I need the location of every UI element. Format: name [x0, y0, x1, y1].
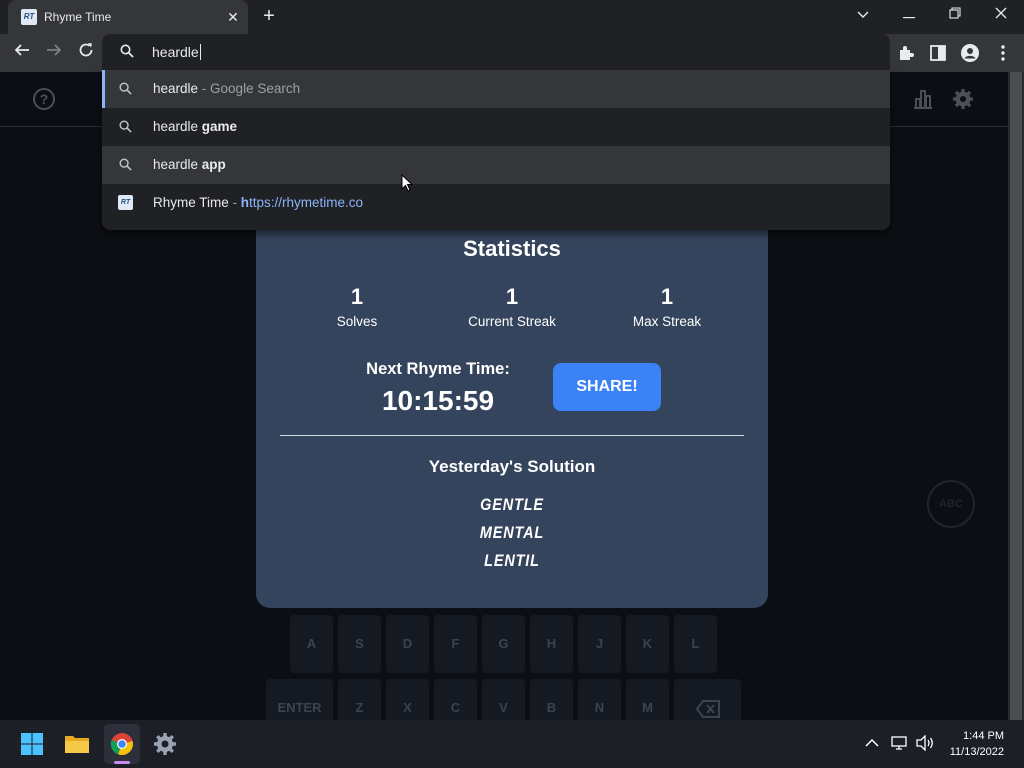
tab-title: Rhyme Time	[44, 10, 112, 24]
key-a[interactable]: A	[290, 615, 333, 673]
new-tab-icon[interactable]: +	[258, 6, 280, 28]
search-icon	[119, 82, 132, 95]
network-icon[interactable]	[891, 735, 909, 751]
tab-strip: RT Rhyme Time ✕ +	[0, 0, 1024, 34]
statistics-title: Statistics	[463, 236, 561, 261]
key-d[interactable]: D	[386, 615, 429, 673]
close-window-icon[interactable]	[986, 4, 1016, 26]
search-icon	[120, 44, 134, 58]
volume-icon[interactable]	[916, 735, 936, 751]
suggestion-url: ttps://rhymetime.co	[249, 195, 364, 210]
site-favicon-icon: RT	[118, 195, 133, 210]
mouse-cursor-icon	[401, 174, 413, 192]
search-icon	[119, 120, 132, 133]
next-rhyme-time-label: Next Rhyme Time:	[366, 360, 510, 378]
stat-solves: 1 Solves	[277, 284, 437, 329]
suggestion-heardle-game[interactable]: heardle game	[102, 108, 890, 146]
suggestion-suffix: - Google Search	[198, 81, 301, 96]
modal-divider	[280, 435, 744, 436]
stat-label: Max Streak	[632, 314, 702, 329]
suggestion-query: heardle	[153, 119, 202, 134]
active-app-indicator	[114, 761, 130, 764]
solution-word: LENTIL	[484, 551, 540, 570]
tab-favicon-icon: RT	[21, 9, 37, 25]
help-icon[interactable]: ?	[33, 88, 55, 110]
backspace-icon	[695, 699, 720, 718]
file-explorer-icon[interactable]	[64, 732, 90, 756]
suggestion-heardle-google-search[interactable]: heardle - Google Search	[102, 70, 890, 108]
key-k[interactable]: K	[626, 615, 669, 673]
tab-rhyme-time[interactable]: RT Rhyme Time ✕	[8, 0, 248, 34]
suggestion-query: heardle	[153, 157, 202, 172]
suggestion-title: Rhyme Time	[153, 195, 229, 210]
solution-word: MENTAL	[479, 523, 545, 542]
suggestion-completion: game	[201, 119, 238, 134]
side-panel-icon[interactable]	[928, 43, 948, 63]
key-l[interactable]: L	[674, 615, 717, 673]
stat-value: 1	[660, 284, 674, 309]
windows-start-icon[interactable]	[20, 732, 44, 756]
suggestion-heardle-app[interactable]: heardle app	[102, 146, 890, 184]
key-h[interactable]: H	[530, 615, 573, 673]
tab-search-chevron-icon[interactable]	[848, 4, 878, 26]
settings-gear-icon[interactable]	[153, 732, 177, 756]
yesterdays-solution-title: Yesterday's Solution	[428, 457, 596, 476]
stat-label: Current Streak	[468, 314, 556, 329]
share-button[interactable]: SHARE!	[553, 363, 661, 411]
profile-avatar-icon[interactable]	[960, 43, 980, 63]
statistics-bar-chart-icon[interactable]	[912, 88, 934, 110]
restore-icon[interactable]	[940, 4, 970, 26]
chrome-icon	[110, 733, 133, 756]
key-g[interactable]: G	[482, 615, 525, 673]
minimize-icon[interactable]	[894, 4, 924, 26]
forward-arrow-icon[interactable]	[42, 41, 66, 65]
key-f[interactable]: F	[434, 615, 477, 673]
stat-value: 1	[505, 284, 519, 309]
back-arrow-icon[interactable]	[10, 41, 34, 65]
suggestion-rhyme-time-site[interactable]: RT Rhyme Time - https://rhymetime.co	[102, 184, 890, 222]
reload-icon[interactable]	[74, 41, 98, 65]
search-icon	[119, 158, 132, 171]
stat-current-streak: 1 Current Streak	[432, 284, 592, 329]
suggestion-url-bold: h	[240, 195, 250, 210]
tab-close-icon[interactable]: ✕	[224, 8, 242, 26]
chevron-up-icon[interactable]	[865, 738, 879, 748]
key-s[interactable]: S	[338, 615, 381, 673]
chrome-taskbar-button[interactable]	[104, 724, 140, 764]
suggestion-completion: app	[201, 157, 226, 172]
settings-gear-icon[interactable]	[952, 88, 974, 110]
suggestion-query: heardle	[153, 81, 199, 96]
address-bar-input[interactable]: heardle	[152, 44, 201, 60]
omnibox-suggestions-dropdown: heardle - Google Search heardle game hea…	[102, 70, 890, 230]
key-j[interactable]: J	[578, 615, 621, 673]
menu-kebab-icon[interactable]	[993, 43, 1013, 63]
clock-time[interactable]: 1:44 PM	[940, 730, 1004, 742]
countdown-timer: 10:15:59	[381, 385, 495, 416]
solution-word: GENTLE	[480, 495, 544, 514]
extensions-puzzle-icon[interactable]	[896, 43, 916, 63]
windows-taskbar: 1:44 PM 11/13/2022	[0, 720, 1024, 768]
scrollbar-thumb[interactable]	[1010, 72, 1022, 720]
stat-label: Solves	[336, 314, 378, 329]
address-bar[interactable]: heardle	[102, 34, 890, 70]
stat-value: 1	[350, 284, 364, 309]
stat-max-streak: 1 Max Streak	[587, 284, 747, 329]
suggestion-separator: -	[228, 195, 241, 210]
clock-date[interactable]: 11/13/2022	[940, 746, 1004, 758]
